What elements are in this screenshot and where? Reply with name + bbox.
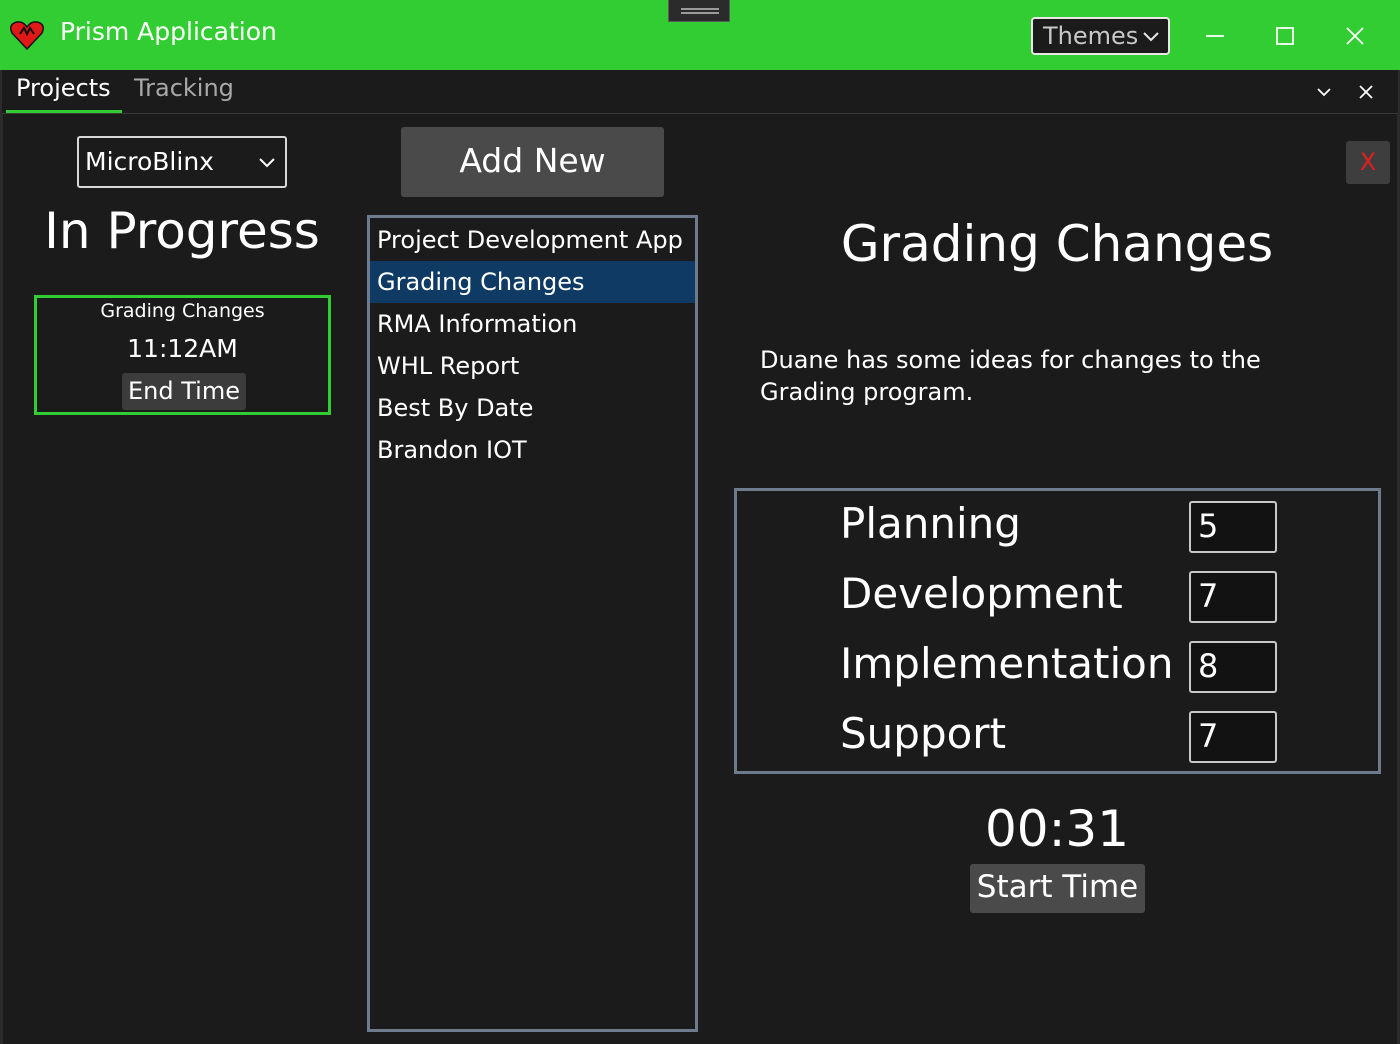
phase-estimates-panel: Planning 5 Development 7 Implementation … (734, 488, 1381, 774)
phase-label-development: Development (840, 569, 1123, 618)
company-dropdown[interactable]: MicroBlinx (77, 136, 287, 188)
phase-label-implementation: Implementation (840, 639, 1174, 688)
end-time-button[interactable]: End Time (122, 373, 246, 410)
window-border-left (0, 70, 3, 1044)
active-project-name: Grading Changes (100, 300, 265, 322)
phase-label-support: Support (840, 709, 1007, 758)
tab-projects[interactable]: Projects (16, 74, 111, 102)
tab-selected-indicator (6, 110, 122, 113)
support-input[interactable]: 7 (1189, 711, 1277, 763)
list-item[interactable]: Brandon IOT (370, 429, 695, 471)
active-project-card: Grading Changes 11:12AM End Time (34, 295, 331, 415)
chevron-down-icon (1143, 32, 1159, 42)
close-icon[interactable] (1356, 82, 1376, 102)
chevron-down-icon[interactable] (1314, 82, 1334, 102)
list-item[interactable]: Project Development App (370, 219, 695, 261)
close-icon[interactable] (1335, 17, 1375, 57)
implementation-input[interactable]: 8 (1189, 641, 1277, 693)
chevron-down-icon (259, 158, 275, 168)
window-title: Prism Application (60, 17, 277, 46)
app-heart-icon (10, 21, 44, 50)
start-time-button[interactable]: Start Time (970, 864, 1145, 913)
list-item[interactable]: WHL Report (370, 345, 695, 387)
project-title: Grading Changes (840, 215, 1274, 273)
delete-project-button[interactable]: X (1346, 141, 1390, 184)
active-project-start-time: 11:12AM (127, 334, 238, 363)
drag-handle-icon (681, 12, 719, 14)
elapsed-timer: 00:31 (984, 800, 1130, 858)
themes-label: Themes (1043, 22, 1139, 50)
project-list[interactable]: Project Development App Grading Changes … (367, 215, 698, 1032)
list-item[interactable]: Best By Date (370, 387, 695, 429)
list-item-selected[interactable]: Grading Changes (370, 261, 695, 303)
drag-handle-icon (681, 8, 719, 10)
maximize-icon[interactable] (1265, 17, 1305, 57)
development-input[interactable]: 7 (1189, 571, 1277, 623)
add-new-button[interactable]: Add New (401, 127, 664, 197)
minimize-icon[interactable] (1195, 17, 1235, 57)
tab-bar: Projects Tracking (2, 70, 1398, 114)
in-progress-heading: In Progress (44, 202, 320, 260)
drag-handle[interactable] (668, 0, 730, 22)
tab-tracking[interactable]: Tracking (134, 74, 234, 102)
title-bar[interactable]: Prism Application Themes (0, 0, 1400, 70)
themes-dropdown[interactable]: Themes (1031, 17, 1170, 55)
phase-label-planning: Planning (840, 499, 1021, 548)
company-selected: MicroBlinx (85, 147, 214, 176)
list-item[interactable]: RMA Information (370, 303, 695, 345)
project-description: Duane has some ideas for changes to the … (760, 346, 1261, 406)
planning-input[interactable]: 5 (1189, 501, 1277, 553)
